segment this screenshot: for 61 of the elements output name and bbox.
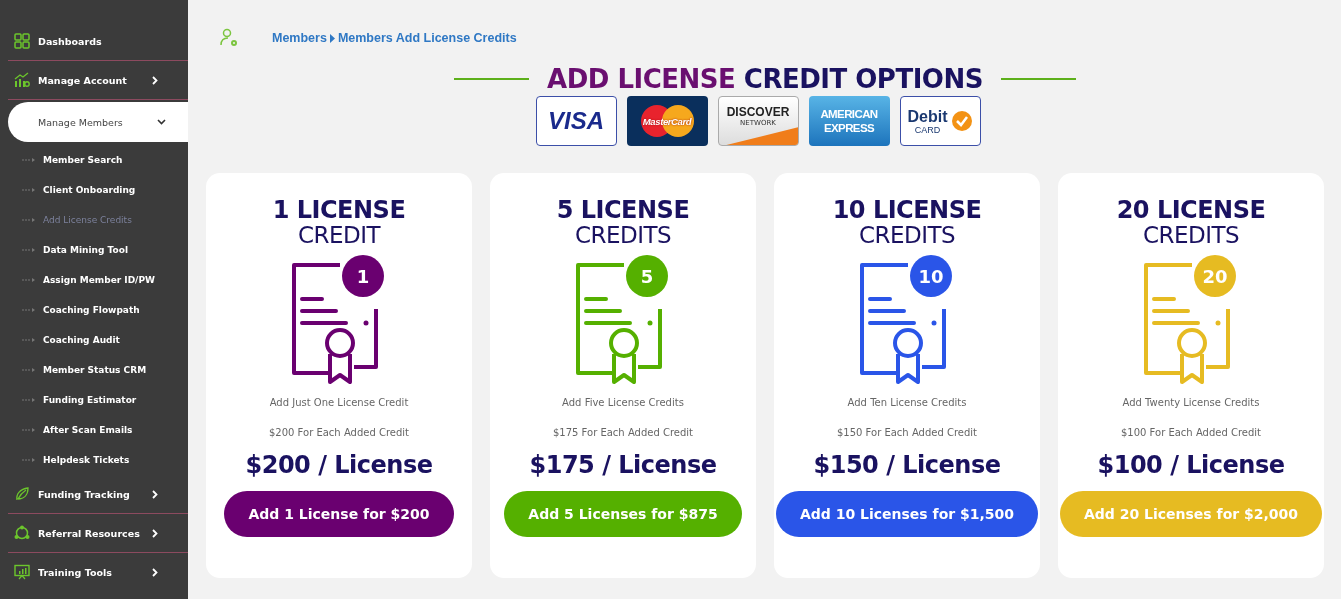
per-credit-text: $150 For Each Added Credit	[837, 427, 977, 438]
card-subheading: CREDITS	[1142, 223, 1240, 247]
card-description: Add Five License Credits	[562, 397, 684, 408]
breadcrumb-link[interactable]: Members	[272, 31, 327, 45]
count-badge: 10	[910, 255, 952, 297]
card-logo: VISA	[535, 96, 617, 146]
chevron-icon	[152, 567, 158, 577]
breadcrumb-link[interactable]: Members Add License Credits	[337, 31, 517, 45]
submenu-item[interactable]: Funding Estimator	[0, 385, 188, 415]
card-heading: 5 LICENSE	[556, 197, 690, 223]
chevron-icon	[152, 75, 158, 85]
price-text: $200 / License	[245, 451, 433, 479]
submenu-item[interactable]: Member Search	[0, 145, 188, 175]
submenu-item[interactable]: Helpdesk Tickets	[0, 445, 188, 475]
presentation-icon	[14, 564, 30, 580]
submenu-item[interactable]: Assign Member ID/PW	[0, 265, 188, 295]
per-credit-text: $175 For Each Added Credit	[553, 427, 693, 438]
per-credit-text: $200 For Each Added Credit	[269, 427, 409, 438]
chevron-icon	[152, 489, 158, 499]
per-credit-text: $100 For Each Added Credit	[1121, 427, 1261, 438]
chevron-icon	[152, 528, 158, 538]
sidebar-item[interactable]: Manage Account	[0, 61, 176, 99]
submenu-item[interactable]: Data Mining Tool	[0, 235, 188, 265]
card-heading: 10 LICENSE	[832, 197, 982, 223]
add-license-button[interactable]: Add 10 Licenses for $1,500	[775, 491, 1039, 537]
page-title: CREDIT OPTIONS	[743, 64, 983, 94]
sidebar-item[interactable]: Funding Tracking	[0, 475, 176, 513]
submenu-item[interactable]: Coaching Audit	[0, 325, 188, 355]
submenu-item[interactable]: Coaching Flowpath	[0, 295, 188, 325]
sidebar-item[interactable]: Manage Members	[8, 102, 188, 142]
leaf-icon	[14, 486, 30, 502]
add-license-button[interactable]: Add 1 License for $200	[224, 491, 454, 537]
submenu-item[interactable]: Member Status CRM	[0, 355, 188, 385]
count-badge: 1	[342, 255, 384, 297]
user-settings-icon	[220, 28, 240, 48]
price-text: $150 / License	[813, 451, 1001, 479]
card-logo: AMERICAN EXPRESS	[808, 96, 890, 146]
card-description: Add Just One License Credit	[269, 397, 409, 408]
submenu-item[interactable]: Client Onboarding	[0, 175, 188, 205]
chevron-icon	[157, 119, 166, 125]
card-subheading: CREDITS	[574, 223, 672, 247]
people-icon	[14, 525, 30, 541]
grid-icon	[14, 33, 30, 49]
sidebar-item[interactable]: Dashboards	[0, 22, 176, 60]
price-text: $100 / License	[1097, 451, 1285, 479]
card-description: Add Twenty License Credits	[1122, 397, 1260, 408]
card-description: Add Ten License Credits	[847, 397, 967, 408]
card-heading: 20 LICENSE	[1116, 197, 1266, 223]
sidebar-item[interactable]: Training Tools	[0, 553, 176, 591]
submenu-item[interactable]: After Scan Emails	[0, 415, 188, 445]
sidebar-item[interactable]: Referral Resources	[0, 514, 176, 552]
page-title: ADD LICENSE	[547, 64, 736, 94]
count-badge: 20	[1194, 255, 1236, 297]
card-subheading: CREDITS	[858, 223, 956, 247]
count-badge: 5	[626, 255, 668, 297]
caret-icon	[329, 33, 335, 43]
chart-icon	[14, 72, 30, 88]
card-logo: Debit CARD	[899, 96, 981, 146]
card-subheading: CREDIT	[297, 223, 381, 247]
price-text: $175 / License	[529, 451, 717, 479]
card-heading: 1 LICENSE	[272, 197, 406, 223]
